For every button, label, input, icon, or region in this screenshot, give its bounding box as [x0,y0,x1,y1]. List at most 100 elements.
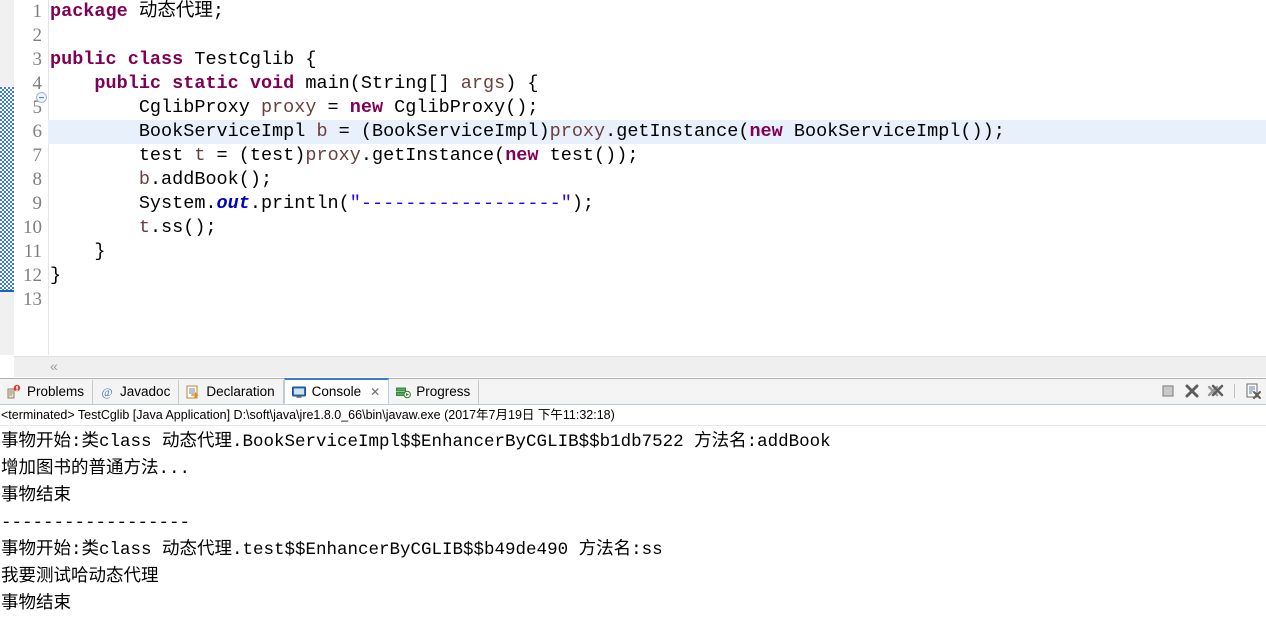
tab-javadoc[interactable]: @ Javadoc [93,380,180,404]
line-number: 3 [32,49,43,70]
line-number: 6 [32,121,43,142]
code-area[interactable]: package 动态代理; public class TestCglib { p… [48,0,1266,355]
bottom-view-panel: Problems @ Javadoc Declaration Console ✕ Progr… [0,378,1266,623]
code-token-pln: BookServiceImpl()); [782,121,1005,142]
change-marker-end-line [0,290,14,292]
svg-text:@: @ [102,385,113,399]
console-output[interactable]: 事物开始:类class 动态代理.BookServiceImpl$$Enhanc… [0,426,1266,618]
progress-icon [395,384,412,400]
line-number: 11 [23,241,42,262]
code-token-kw: public static void [94,73,295,94]
code-token-pln: = (test) [205,145,306,166]
code-token-pln: } [50,265,62,286]
tab-label: Javadoc [120,384,171,399]
view-tab-bar: Problems @ Javadoc Declaration Console ✕ Progr… [0,378,1266,405]
code-token-pln: .println( [249,193,350,214]
line-number: 10 [23,217,42,238]
code-token-pln: } [50,241,106,262]
code-line[interactable]: BookServiceImpl b = (BookServiceImpl)pro… [48,120,1266,144]
console-output-line: 事物结束 [1,486,71,506]
line-number: 7 [32,145,43,166]
line-number: 13 [23,289,42,310]
console-output-line: 事物开始:类class 动态代理.BookServiceImpl$$Enhanc… [1,432,831,452]
code-line[interactable]: public class TestCglib { [48,48,1266,72]
code-token-pln [50,169,139,190]
code-token-pln: test [50,145,195,166]
code-token-pln: test()); [538,145,639,166]
tab-declaration[interactable]: Declaration [179,380,284,404]
code-token-pln: ); [571,193,595,214]
line-number: 2 [32,25,43,46]
code-token-pln: CglibProxy [50,97,261,118]
code-token-pln: .addBook(); [149,169,273,190]
code-line[interactable]: t.ss(); [48,216,1266,240]
code-line[interactable]: public static void main(String[] args) { [48,72,1266,96]
change-marker-hatched [0,87,14,292]
code-token-pln: main(String[] [294,73,461,94]
code-line[interactable]: } [48,240,1266,264]
code-line[interactable]: System.out.println("------------------")… [48,192,1266,216]
code-token-pln: 动态代理; [127,1,224,22]
code-fold-collapse-icon[interactable] [36,92,47,103]
scroll-left-chevron-icon[interactable]: « [50,358,58,374]
code-token-pln: .ss(); [149,217,217,238]
line-number: 1 [32,1,43,22]
tab-label: Problems [27,384,85,399]
code-token-pln: .getInstance( [605,121,750,142]
tab-problems[interactable]: Problems [0,380,94,404]
tab-label: Console [311,383,362,399]
console-icon [291,384,307,400]
code-line[interactable]: test t = (test)proxy.getInstance(new tes… [48,144,1266,168]
change-indicator-bar [0,0,14,355]
code-token-pln: = (BookServiceImpl) [327,121,550,142]
code-line[interactable]: b.addBook(); [48,168,1266,192]
tab-progress[interactable]: Progress [389,380,480,404]
code-token-var: t [194,145,206,166]
console-view-toolbar [1159,382,1262,400]
code-line[interactable] [48,288,1266,312]
code-token-kw: public class [50,49,184,70]
code-token-pln [50,217,139,238]
code-token-pln: CglibProxy(); [383,97,539,118]
launch-status-line: <terminated> TestCglib [Java Application… [0,405,1266,426]
code-line[interactable] [48,24,1266,48]
code-token-pln: .getInstance( [360,145,506,166]
java-editor[interactable]: 1 2 3 4 5 6 7 8 9 10 11 12 13 package 动态代理; public c… [0,0,1266,377]
code-token-kw: new [349,97,384,118]
tab-label: Declaration [206,384,275,399]
line-number: 12 [23,265,42,286]
code-token-var: b [316,121,328,142]
line-number: 8 [32,169,43,190]
code-token-str: "------------------" [349,193,572,214]
eclipse-ide-window: 1 2 3 4 5 6 7 8 9 10 11 12 13 package 动态代理; public c… [0,0,1266,623]
code-token-pln: ) { [505,73,539,94]
close-icon[interactable]: ✕ [370,380,380,404]
tab-label: Progress [416,384,471,399]
code-token-var: b [138,169,150,190]
console-output-line: 事物结束 [1,594,71,614]
console-output-line: 增加图书的普通方法... [1,459,191,479]
line-number-gutter: 1 2 3 4 5 6 7 8 9 10 11 12 13 [14,0,49,355]
code-token-kw: new [505,145,539,166]
code-token-var: t [138,217,150,238]
stop-square-icon[interactable] [1159,382,1177,400]
code-token-var: proxy [549,121,606,142]
code-line[interactable]: } [48,264,1266,288]
code-token-kw: new [749,121,783,142]
console-output-line: 事物开始:类class 动态代理.test$$EnhancerByCGLIB$$… [1,540,663,560]
code-token-var: args [460,73,506,94]
tab-console[interactable]: Console ✕ [283,378,390,404]
code-token-kw: package [50,1,128,22]
editor-horizontal-scrollbar[interactable]: « [14,356,1266,377]
code-line[interactable]: package 动态代理; [48,0,1266,24]
code-token-var: proxy [305,145,361,166]
code-token-fld: out [216,193,250,214]
console-output-line: ------------------ [1,513,191,533]
console-page-icon[interactable] [1244,382,1262,400]
code-token-pln [50,73,94,94]
remove-all-xx-icon[interactable] [1207,382,1225,400]
remove-x-icon[interactable] [1183,382,1201,400]
line-number: 9 [32,193,43,214]
code-line[interactable]: CglibProxy proxy = new CglibProxy(); [48,96,1266,120]
javadoc-icon: @ [99,384,115,400]
